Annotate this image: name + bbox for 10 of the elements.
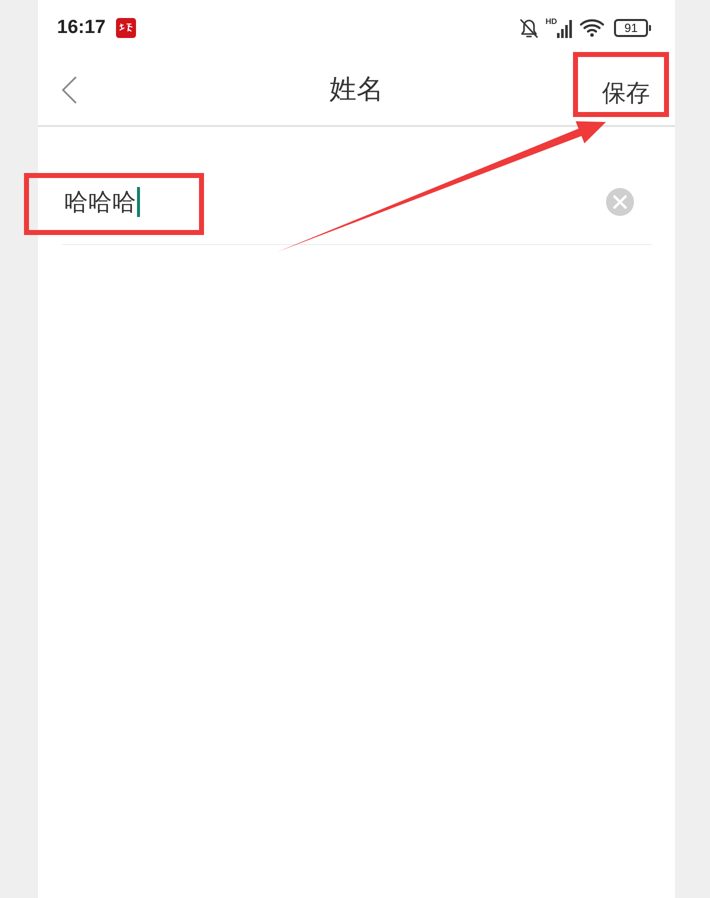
wifi-icon [580,18,604,37]
signal-icon [557,20,572,38]
status-time: 16:17 [57,16,106,38]
page-title: 姓名 [330,73,384,107]
back-chevron-icon[interactable] [62,76,77,104]
input-value-text: 哈哈哈 [64,186,136,216]
app-icon [116,18,136,38]
save-button[interactable]: 保存 [602,79,650,107]
network-type-label: HD [545,18,557,26]
battery-percent: 91 [624,22,638,34]
